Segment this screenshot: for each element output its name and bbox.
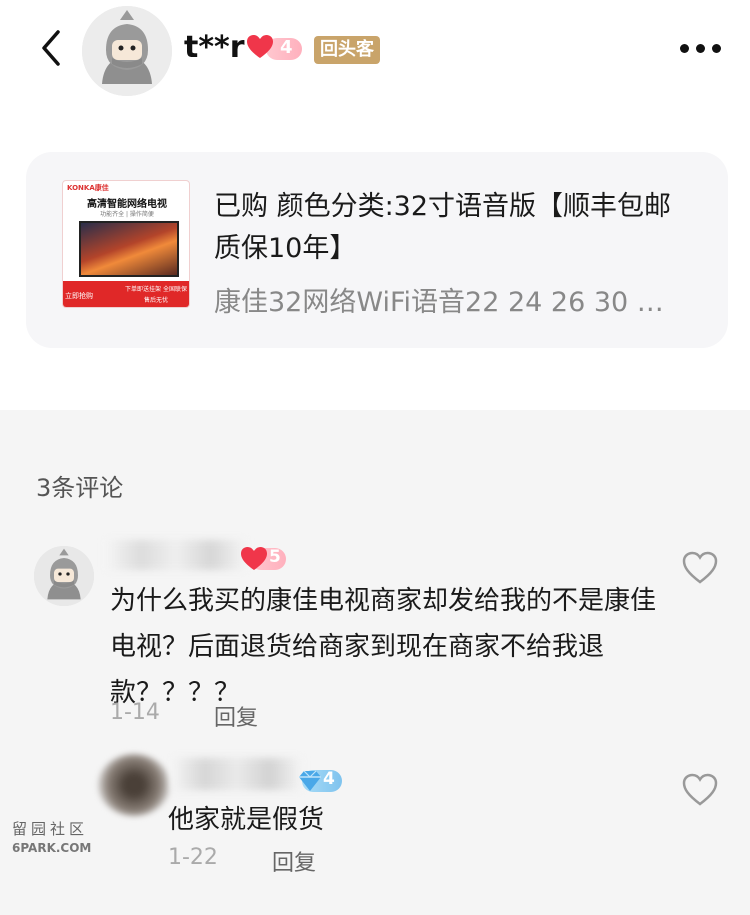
comment-count: 3条评论 [36, 474, 124, 502]
comment-date: 1-14 [110, 700, 160, 725]
thumbnail-band-left: 立即抢购 [65, 292, 93, 300]
level-badge [246, 35, 304, 62]
blurred-commenter-name [172, 758, 302, 790]
product-name[interactable]: 康佳32网络WiFi语音22 24 26 30 … [214, 280, 694, 319]
thumbnail-subtitle: 功能齐全 | 操作简便 [100, 211, 154, 218]
heart-icon [240, 546, 268, 572]
watermark-line2: 6PARK.COM [12, 841, 92, 855]
user-avatar[interactable] [82, 6, 172, 96]
watermark-line1: 留园社区 [12, 820, 89, 838]
heart-icon [247, 35, 273, 58]
product-thumbnail: KONKA康佳 高清智能网络电视 功能齐全 | 操作简便 立即抢购 下单即送挂架… [62, 180, 190, 308]
blurred-commenter-avatar[interactable] [98, 754, 170, 816]
username: t**r [184, 30, 245, 65]
comment-text: 他家就是假货 [168, 805, 325, 835]
watermark: 留园社区 6PARK.COM [12, 818, 102, 855]
back-arrow-icon[interactable] [32, 28, 72, 68]
level-number: 4 [280, 37, 293, 58]
comment-text: 为什么我买的康佳电视商家却发给我的不是康佳电视？后面退货给商家到现在商家不给我退… [110, 586, 657, 708]
commenter-avatar[interactable] [34, 546, 94, 606]
thumbnail-brand: KONKA康佳 [67, 184, 109, 192]
thumbnail-band-right: 下单即送挂架 全国联保 售后无忧 [125, 286, 187, 304]
header-bar: t**r 4 回头客 [0, 0, 750, 100]
reply-button[interactable]: 回复 [272, 845, 316, 877]
reply-button[interactable]: 回复 [214, 700, 258, 732]
thumbnail-title: 高清智能网络电视 [87, 199, 167, 210]
tv-screen-image [79, 221, 179, 277]
like-heart-icon[interactable] [682, 551, 718, 585]
product-purchase-info: 已购 颜色分类:32寸语音版【顺丰包邮 质保10年】 [214, 191, 672, 264]
more-options-icon[interactable] [680, 38, 728, 58]
like-heart-icon[interactable] [682, 773, 718, 807]
commenter-level: 5 [269, 547, 281, 567]
comment-date: 1-22 [168, 845, 218, 870]
repeat-customer-tag: 回头客 [314, 36, 380, 64]
commenter-level: 4 [323, 769, 335, 789]
blurred-commenter-name [106, 540, 246, 570]
diamond-icon [296, 768, 324, 794]
